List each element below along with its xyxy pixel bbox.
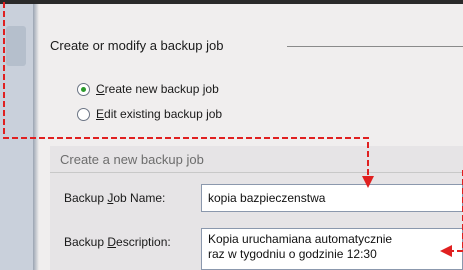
arrow-head-left — [440, 245, 452, 257]
annotation-frame-line — [3, 2, 369, 177]
arrow-head-down — [362, 176, 374, 188]
annotation-connector-line — [452, 170, 463, 252]
annotation-arrows — [3, 2, 463, 257]
